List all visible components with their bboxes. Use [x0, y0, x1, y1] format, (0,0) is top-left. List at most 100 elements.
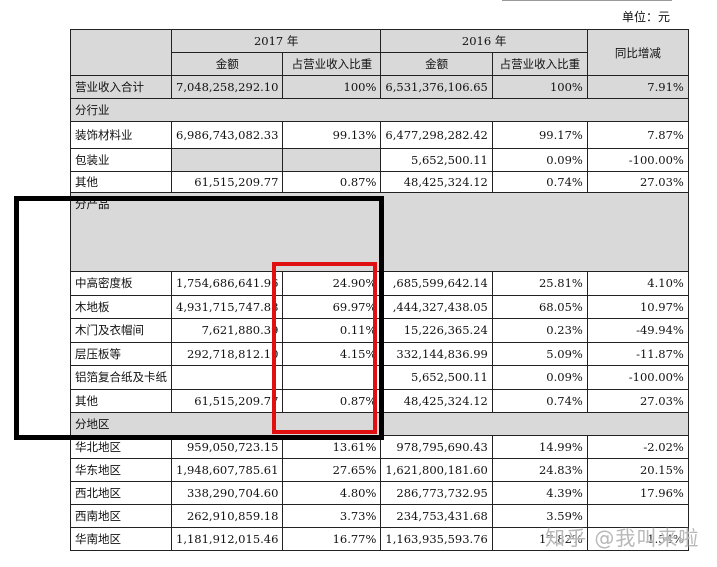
amount-2016: 6,531,376,106.65	[380, 75, 493, 99]
row-label: 其他	[70, 171, 172, 193]
ratio-2017: 0.87%	[282, 171, 382, 193]
row-label: 其他	[70, 388, 172, 413]
amount-2017: 292,718,812.10	[170, 341, 284, 366]
yoy-change: -100.00%	[586, 148, 689, 172]
ratio-2017	[282, 365, 382, 390]
amount-2016: 5,652,500.11	[380, 148, 493, 172]
ratio-2016: 0.09%	[491, 148, 588, 172]
amount-2017: 1,948,607,785.61	[170, 458, 284, 482]
yoy-change: 10.97%	[586, 294, 689, 319]
ratio-2016: 5.09%	[491, 341, 588, 366]
top-rule	[502, 0, 672, 1]
ratio-2016: 0.74%	[491, 388, 588, 413]
table-row: 装饰材料业 6,986,743,082.33 99.13% 6,477,298,282…	[70, 121, 689, 149]
section-row-industry: 分行业	[70, 98, 689, 122]
amount-2017: 4,931,715,747.88	[170, 294, 284, 319]
table-row: 其他 61,515,209.77 0.87% 48,425,324.12 0.74% 27…	[70, 171, 689, 193]
ratio-2016: 0.09%	[491, 365, 588, 390]
amount-2016: 1,163,935,593.76	[380, 527, 493, 551]
yoy-change: -2.02%	[586, 435, 689, 459]
amount-2016: 1,621,800,181.60	[380, 458, 493, 482]
yoy-change: 7.87%	[586, 121, 689, 149]
section-row-region: 分地区	[70, 412, 689, 436]
row-label: 中高密度板	[70, 271, 172, 296]
header-amount-2017: 金额	[170, 52, 284, 76]
total-row: 营业收入合计 7,048,258,292.10 100% 6,531,376,106.…	[70, 75, 689, 99]
ratio-2017: 16.77%	[282, 527, 382, 551]
yoy-change: -100.00%	[586, 365, 689, 390]
ratio-2016: 4.39%	[491, 481, 588, 505]
ratio-2017: 100%	[282, 75, 382, 99]
yoy-change: -49.94%	[586, 318, 689, 343]
row-label: 华南地区	[70, 527, 172, 551]
ratio-2017: 99.13%	[282, 121, 382, 149]
row-label: 木地板	[70, 294, 172, 319]
ratio-2016: 100%	[491, 75, 588, 99]
section-row-product: 分产品	[70, 192, 689, 272]
ratio-2016: 0.74%	[491, 171, 588, 193]
header-ratio-2016: 占营业收入比重	[491, 52, 588, 76]
header-2016: 2016 年	[380, 29, 588, 53]
amount-2017: 6,986,743,082.33	[170, 121, 284, 149]
ratio-2016: 68.05%	[491, 294, 588, 319]
row-label: 华东地区	[70, 458, 172, 482]
row-label: 西北地区	[70, 481, 172, 505]
ratio-2017: 0.87%	[282, 388, 382, 413]
amount-2017: 338,290,704.60	[170, 481, 284, 505]
amount-2016: 234,753,431.68	[380, 504, 493, 528]
table-row: 层压板等 292,718,812.10 4.15% 332,144,836.99 5.0…	[70, 341, 689, 366]
amount-2016: 48,425,324.12	[380, 171, 493, 193]
header-row-years: 2017 年 2016 年 同比增减	[70, 29, 689, 76]
amount-2017: 7,621,880.39	[170, 318, 284, 343]
ratio-2017: 13.61%	[282, 435, 382, 459]
amount-2016: ,685,599,642.14	[380, 271, 493, 296]
ratio-2016: 0.23%	[491, 318, 588, 343]
yoy-change: 7.91%	[586, 75, 689, 99]
watermark: 知乎 @我叫来啦	[545, 526, 700, 550]
yoy-change: 27.03%	[586, 388, 689, 413]
ratio-2017: 3.73%	[282, 504, 382, 528]
table-row: 华东地区 1,948,607,785.61 27.65% 1,621,800,181.…	[70, 458, 689, 482]
yoy-change: 20.15%	[586, 458, 689, 482]
ratio-2017	[282, 148, 382, 172]
ratio-2016: 99.17%	[491, 121, 588, 149]
amount-2016: 15,226,365.24	[380, 318, 493, 343]
ratio-2017: 27.65%	[282, 458, 382, 482]
yoy-change: 27.03%	[586, 171, 689, 193]
table-row: 其他 61,515,209.77 0.87% 48,425,324.12 0.74% 27…	[70, 388, 689, 413]
section-label: 分行业	[70, 98, 689, 122]
amount-2017: 61,515,209.77	[170, 388, 284, 413]
amount-2016: 48,425,324.12	[380, 388, 493, 413]
header-yoy: 同比增减	[586, 29, 689, 76]
section-label: 分产品	[70, 192, 689, 272]
header-amount-2016: 金额	[380, 52, 493, 76]
amount-2016: 6,477,298,282.42	[380, 121, 493, 149]
ratio-2017: 69.97%	[282, 294, 382, 319]
ratio-2017: 0.11%	[282, 318, 382, 343]
yoy-change: 17.96%	[586, 481, 689, 505]
amount-2017: 61,515,209.77	[170, 171, 284, 193]
amount-2016: 332,144,836.99	[380, 341, 493, 366]
row-label: 西南地区	[70, 504, 172, 528]
table-row: 华北地区 959,050,723.15 13.61% 978,795,690.43 14…	[70, 435, 689, 459]
header-2017: 2017 年	[170, 29, 382, 53]
row-label: 华北地区	[70, 435, 172, 459]
header-blank-cell	[70, 29, 172, 76]
ratio-2016: 25.81%	[491, 271, 588, 296]
table-row: 木地板 4,931,715,747.88 69.97% ,444,327,438.05…	[70, 294, 689, 319]
amount-2017	[170, 148, 284, 172]
amount-2016: 286,773,732.95	[380, 481, 493, 505]
amount-2017: 959,050,723.15	[170, 435, 284, 459]
row-label: 营业收入合计	[70, 75, 172, 99]
header-ratio-2017: 占营业收入比重	[282, 52, 382, 76]
table-row: 铝箔复合纸及卡纸 5,652,500.11 0.09% -100.00%	[70, 365, 689, 390]
row-label: 装饰材料业	[70, 121, 172, 149]
unit-label: 单位：元	[621, 10, 670, 24]
row-label: 铝箔复合纸及卡纸	[70, 365, 172, 390]
row-label: 包装业	[70, 148, 172, 172]
amount-2017	[170, 365, 284, 390]
row-label: 木门及衣帽间	[70, 318, 172, 343]
ratio-2016: 24.83%	[491, 458, 588, 482]
yoy-change: 4.10%	[586, 271, 689, 296]
amount-2016: ,444,327,438.05	[380, 294, 493, 319]
